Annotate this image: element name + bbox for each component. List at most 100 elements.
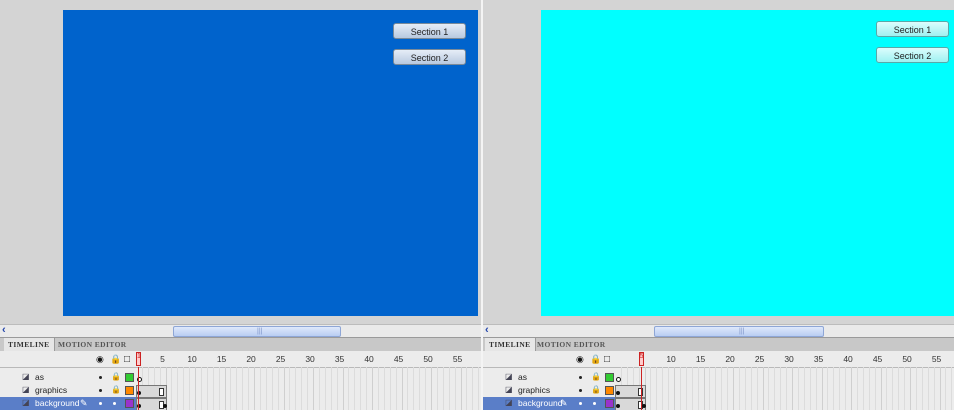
playhead-line xyxy=(138,367,139,410)
layer-color-swatch[interactable] xyxy=(125,399,134,408)
scrollbar-thumb[interactable]: ||| xyxy=(654,326,824,337)
visibility-dot[interactable] xyxy=(579,389,582,392)
frame-number: 10 xyxy=(666,354,676,364)
layer-row-graphics[interactable]: ◪ graphics 🔒 xyxy=(483,384,954,398)
timeline-panel: ◉ 🔒 □ 5 10 15 20 25 30 35 40 45 50 55 1 ◪ as 🔒 ◪ graphi… xyxy=(0,351,481,410)
layer-color-swatch[interactable] xyxy=(605,386,614,395)
layer-row-background[interactable]: ◪ background ✎ xyxy=(483,397,954,410)
frame-number: 45 xyxy=(872,354,883,364)
frame-number: 35 xyxy=(334,354,345,364)
keyframe[interactable] xyxy=(616,391,620,395)
section-2-button[interactable]: Section 2 xyxy=(876,47,949,63)
frame-number: 30 xyxy=(784,354,794,364)
lock-icon[interactable]: 🔒 xyxy=(590,355,601,364)
frame-number: 20 xyxy=(246,354,256,364)
frame-number: 40 xyxy=(364,354,374,364)
keyframe[interactable] xyxy=(616,404,620,408)
grip-icon: ||| xyxy=(739,328,745,335)
grip-icon: ||| xyxy=(257,328,263,335)
timeline-panel: ◉ 🔒 □ 5101520253035404550555 ◪as🔒◪graphi… xyxy=(483,351,954,410)
layer-icon: ◪ xyxy=(22,372,30,381)
frame-number: 15 xyxy=(695,354,706,364)
section-1-button[interactable]: Section 1 xyxy=(393,23,466,39)
frame-number: 20 xyxy=(725,354,735,364)
layer-name[interactable]: graphics xyxy=(518,385,550,396)
eye-icon[interactable]: ◉ xyxy=(96,355,104,364)
layer-row-background[interactable]: ◪ background ✎ xyxy=(0,397,481,410)
tab-motion-editor[interactable]: MOTION EDITOR xyxy=(533,338,610,351)
layer-name[interactable]: graphics xyxy=(35,385,67,396)
playhead-frame-label: 1 xyxy=(137,353,141,360)
visibility-dot[interactable] xyxy=(99,402,102,405)
frame-number: 25 xyxy=(754,354,765,364)
frame-number: 40 xyxy=(843,354,853,364)
layer-name[interactable]: background xyxy=(35,398,79,409)
tab-timeline[interactable]: TIMELINE xyxy=(4,338,55,351)
horizontal-scrollbar[interactable]: ‹ ||| xyxy=(483,324,954,337)
layer-row-graphics[interactable]: ◪ graphics 🔒 xyxy=(0,384,481,398)
section-2-button[interactable]: Section 2 xyxy=(393,49,466,65)
stage-canvas[interactable]: Section 1 Section 2 xyxy=(63,10,478,316)
flash-window-right: Section 1 Section 2 ‹ ||| TIMELINE MOTIO… xyxy=(483,0,954,410)
visibility-dot[interactable] xyxy=(579,402,582,405)
visibility-dot[interactable] xyxy=(579,376,582,379)
lock-icon[interactable]: 🔒 xyxy=(110,355,121,364)
frame-number: 30 xyxy=(305,354,315,364)
frame-number: 55 xyxy=(931,354,942,364)
layer-row-as[interactable]: ◪ as 🔒 xyxy=(0,371,481,384)
frame-number: 25 xyxy=(275,354,286,364)
layer-color-swatch[interactable] xyxy=(125,373,134,382)
lock-icon[interactable]: 🔒 xyxy=(111,386,121,394)
stage-canvas[interactable]: Section 1 Section 2 xyxy=(541,10,954,316)
tab-timeline[interactable]: TIMELINE xyxy=(485,338,536,351)
visibility-dot[interactable] xyxy=(99,376,102,379)
panel-tabs: TIMELINE MOTION EDITOR xyxy=(0,337,481,352)
layer-color-swatch[interactable] xyxy=(605,373,614,382)
keyframe[interactable] xyxy=(641,404,646,408)
layer-row-as[interactable]: ◪ as 🔒 xyxy=(483,371,954,384)
horizontal-scrollbar[interactable]: ‹ ||| xyxy=(0,324,481,337)
tab-motion-editor[interactable]: MOTION EDITOR xyxy=(54,338,131,351)
layer-icon: ◪ xyxy=(505,372,513,381)
frame-number: 50 xyxy=(902,354,912,364)
layer-color-swatch[interactable] xyxy=(125,386,134,395)
timeline-header: ◉ 🔒 □ 5 10 15 20 25 30 35 40 45 50 55 1 xyxy=(0,351,481,368)
frame-number: 55 xyxy=(452,354,463,364)
pencil-icon: ✎ xyxy=(80,398,88,408)
outline-icon[interactable]: □ xyxy=(604,355,610,365)
outline-icon[interactable]: □ xyxy=(124,355,130,365)
visibility-dot[interactable] xyxy=(99,389,102,392)
section-1-button[interactable]: Section 1 xyxy=(876,21,949,37)
layer-icon: ◪ xyxy=(505,385,513,394)
empty-keyframe[interactable] xyxy=(616,377,621,382)
layer-icon: ◪ xyxy=(505,398,513,407)
keyframe[interactable] xyxy=(162,404,167,408)
lock-icon[interactable]: 🔒 xyxy=(111,373,121,381)
playhead-line xyxy=(640,367,642,410)
panel-tabs: TIMELINE MOTION EDITOR xyxy=(483,337,954,352)
lock-dot[interactable] xyxy=(593,402,596,405)
lock-icon[interactable]: 🔒 xyxy=(591,373,601,381)
layer-icon: ◪ xyxy=(22,385,30,394)
layer-color-swatch[interactable] xyxy=(605,399,614,408)
eye-icon[interactable]: ◉ xyxy=(576,355,584,364)
frame-number: 45 xyxy=(393,354,404,364)
playhead-frame-label: 5 xyxy=(639,353,644,360)
span-end-marker xyxy=(158,388,164,396)
frame-number: 10 xyxy=(187,354,197,364)
scrollbar-thumb[interactable]: ||| xyxy=(173,326,341,337)
layer-name[interactable]: as xyxy=(518,372,527,383)
arrow-left-icon[interactable]: ‹ xyxy=(485,324,495,336)
arrow-left-icon[interactable]: ‹ xyxy=(2,324,12,336)
lock-dot[interactable] xyxy=(113,402,116,405)
frame-number: 15 xyxy=(216,354,227,364)
pencil-icon: ✎ xyxy=(560,398,568,408)
flash-window-left: Section 1 Section 2 ‹ ||| TIMELINE MOTIO… xyxy=(0,0,481,410)
lock-icon[interactable]: 🔒 xyxy=(591,386,601,394)
frame-number: 5 xyxy=(160,354,165,364)
layer-name[interactable]: background xyxy=(518,398,562,409)
layer-icon: ◪ xyxy=(22,398,30,407)
layer-name[interactable]: as xyxy=(35,372,44,383)
timeline-header: ◉ 🔒 □ 5101520253035404550555 xyxy=(483,351,954,368)
frame-number: 35 xyxy=(813,354,824,364)
